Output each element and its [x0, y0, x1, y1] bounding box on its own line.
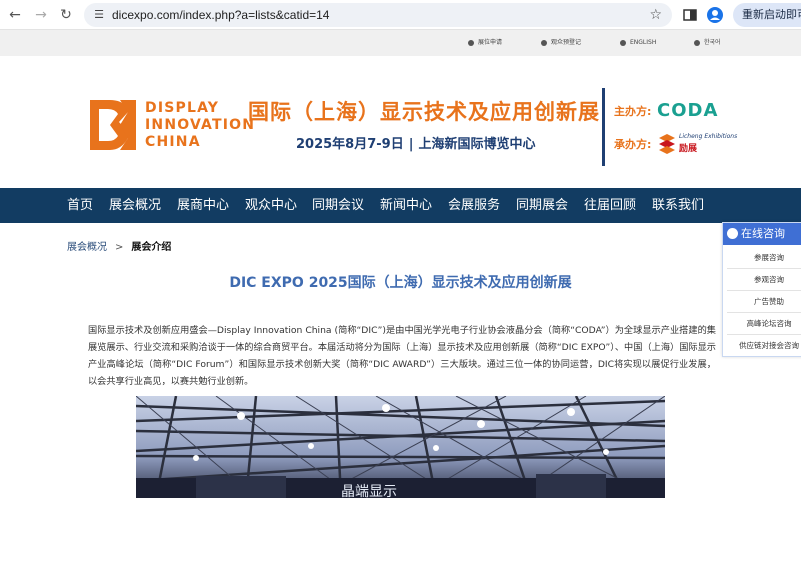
- booth-application-link[interactable]: 展位申请: [468, 38, 502, 48]
- bookmark-star-icon[interactable]: ☆: [649, 6, 662, 24]
- breadcrumb-parent-link[interactable]: 展会概况: [67, 242, 107, 253]
- organizer-label: 主办方:: [614, 105, 652, 118]
- nav-item-overview[interactable]: 展会概况: [109, 188, 161, 223]
- logo-wordmark: DISPLAY INNOVATION CHINA: [145, 100, 256, 150]
- site-info-icon[interactable]: ☰: [92, 8, 106, 22]
- article-title: DIC EXPO 2025国际（上海）显示技术及应用创新展: [229, 275, 572, 291]
- nav-item-past-events[interactable]: 往届回顾: [584, 188, 636, 223]
- nav-item-news[interactable]: 新闻中心: [380, 188, 432, 223]
- consult-item-exhibit[interactable]: 参展咨询: [727, 247, 801, 269]
- address-bar[interactable]: ☰ dicexpo.com/index.php?a=lists&catid=14…: [84, 3, 672, 27]
- site-header: DISPLAY INNOVATION CHINA 国际（上海）显示技术及应用创新…: [0, 56, 801, 188]
- side-panel-icon[interactable]: [681, 6, 699, 24]
- dic-logo-icon[interactable]: [90, 100, 136, 150]
- reload-icon[interactable]: ↻: [57, 6, 75, 24]
- globe-icon: [694, 39, 700, 46]
- chat-bubble-icon: [727, 228, 738, 239]
- top-utility-bar: 展位申请 观众预登记 ENGLISH 한국어: [0, 30, 801, 56]
- nav-item-services[interactable]: 会展服务: [448, 188, 500, 223]
- exhibition-title: 国际（上海）显示技术及应用创新展: [248, 100, 600, 124]
- undertaker-label: 承办方:: [614, 138, 652, 151]
- korean-link[interactable]: 한국어: [694, 38, 721, 48]
- restart-to-update-button[interactable]: 重新启动即可更新: [733, 3, 801, 27]
- globe-icon: [620, 39, 626, 46]
- consult-header[interactable]: 在线咨询: [723, 223, 801, 245]
- breadcrumb-current: 展会介绍: [131, 242, 172, 253]
- forward-icon[interactable]: →: [32, 6, 50, 24]
- nav-item-concurrent-shows[interactable]: 同期展会: [516, 188, 568, 223]
- breadcrumb: 展会概况 > 展会介绍: [67, 242, 172, 253]
- exhibition-hall-photo: 晶端显示: [136, 396, 665, 498]
- header-divider: [602, 88, 605, 166]
- consult-item-supply-chain[interactable]: 供应链对接会咨询: [727, 335, 801, 357]
- coda-logo: CODA: [657, 100, 719, 121]
- booth-sign-text: 晶端显示: [341, 484, 397, 498]
- consult-item-sponsorship[interactable]: 广告赞助: [727, 291, 801, 313]
- id-card-icon: [541, 39, 547, 46]
- consult-item-visit[interactable]: 参观咨询: [727, 269, 801, 291]
- online-consult-panel: 在线咨询 参展咨询 参观咨询 广告赞助 高峰论坛咨询 供应链对接会咨询: [722, 222, 801, 357]
- article-body: 国际显示技术及创新应用盛会—Display Innovation China (…: [88, 325, 716, 387]
- exhibition-date-venue: 2025年8月7-9日 | 上海新国际博览中心: [296, 137, 536, 152]
- nav-item-contact[interactable]: 联系我们: [652, 188, 704, 223]
- profile-avatar-icon[interactable]: [706, 6, 724, 24]
- consult-item-forum[interactable]: 高峰论坛咨询: [727, 313, 801, 335]
- licheng-logo: Licheng Exhibitions 励展: [657, 132, 737, 158]
- nav-item-home[interactable]: 首页: [67, 188, 93, 223]
- english-link[interactable]: ENGLISH: [620, 38, 656, 48]
- nav-item-conferences[interactable]: 同期会议: [312, 188, 364, 223]
- nav-item-visitors[interactable]: 观众中心: [245, 188, 297, 223]
- url-text[interactable]: dicexpo.com/index.php?a=lists&catid=14: [112, 7, 329, 23]
- browser-toolbar: ← → ↻ ☰ dicexpo.com/index.php?a=lists&ca…: [0, 0, 801, 30]
- nav-item-exhibitors[interactable]: 展商中心: [177, 188, 229, 223]
- visitor-registration-link[interactable]: 观众预登记: [541, 38, 581, 48]
- back-icon[interactable]: ←: [6, 6, 24, 24]
- user-icon: [468, 39, 474, 46]
- main-navigation: 首页 展会概况 展商中心 观众中心 同期会议 新闻中心 会展服务 同期展会 往届…: [0, 188, 801, 223]
